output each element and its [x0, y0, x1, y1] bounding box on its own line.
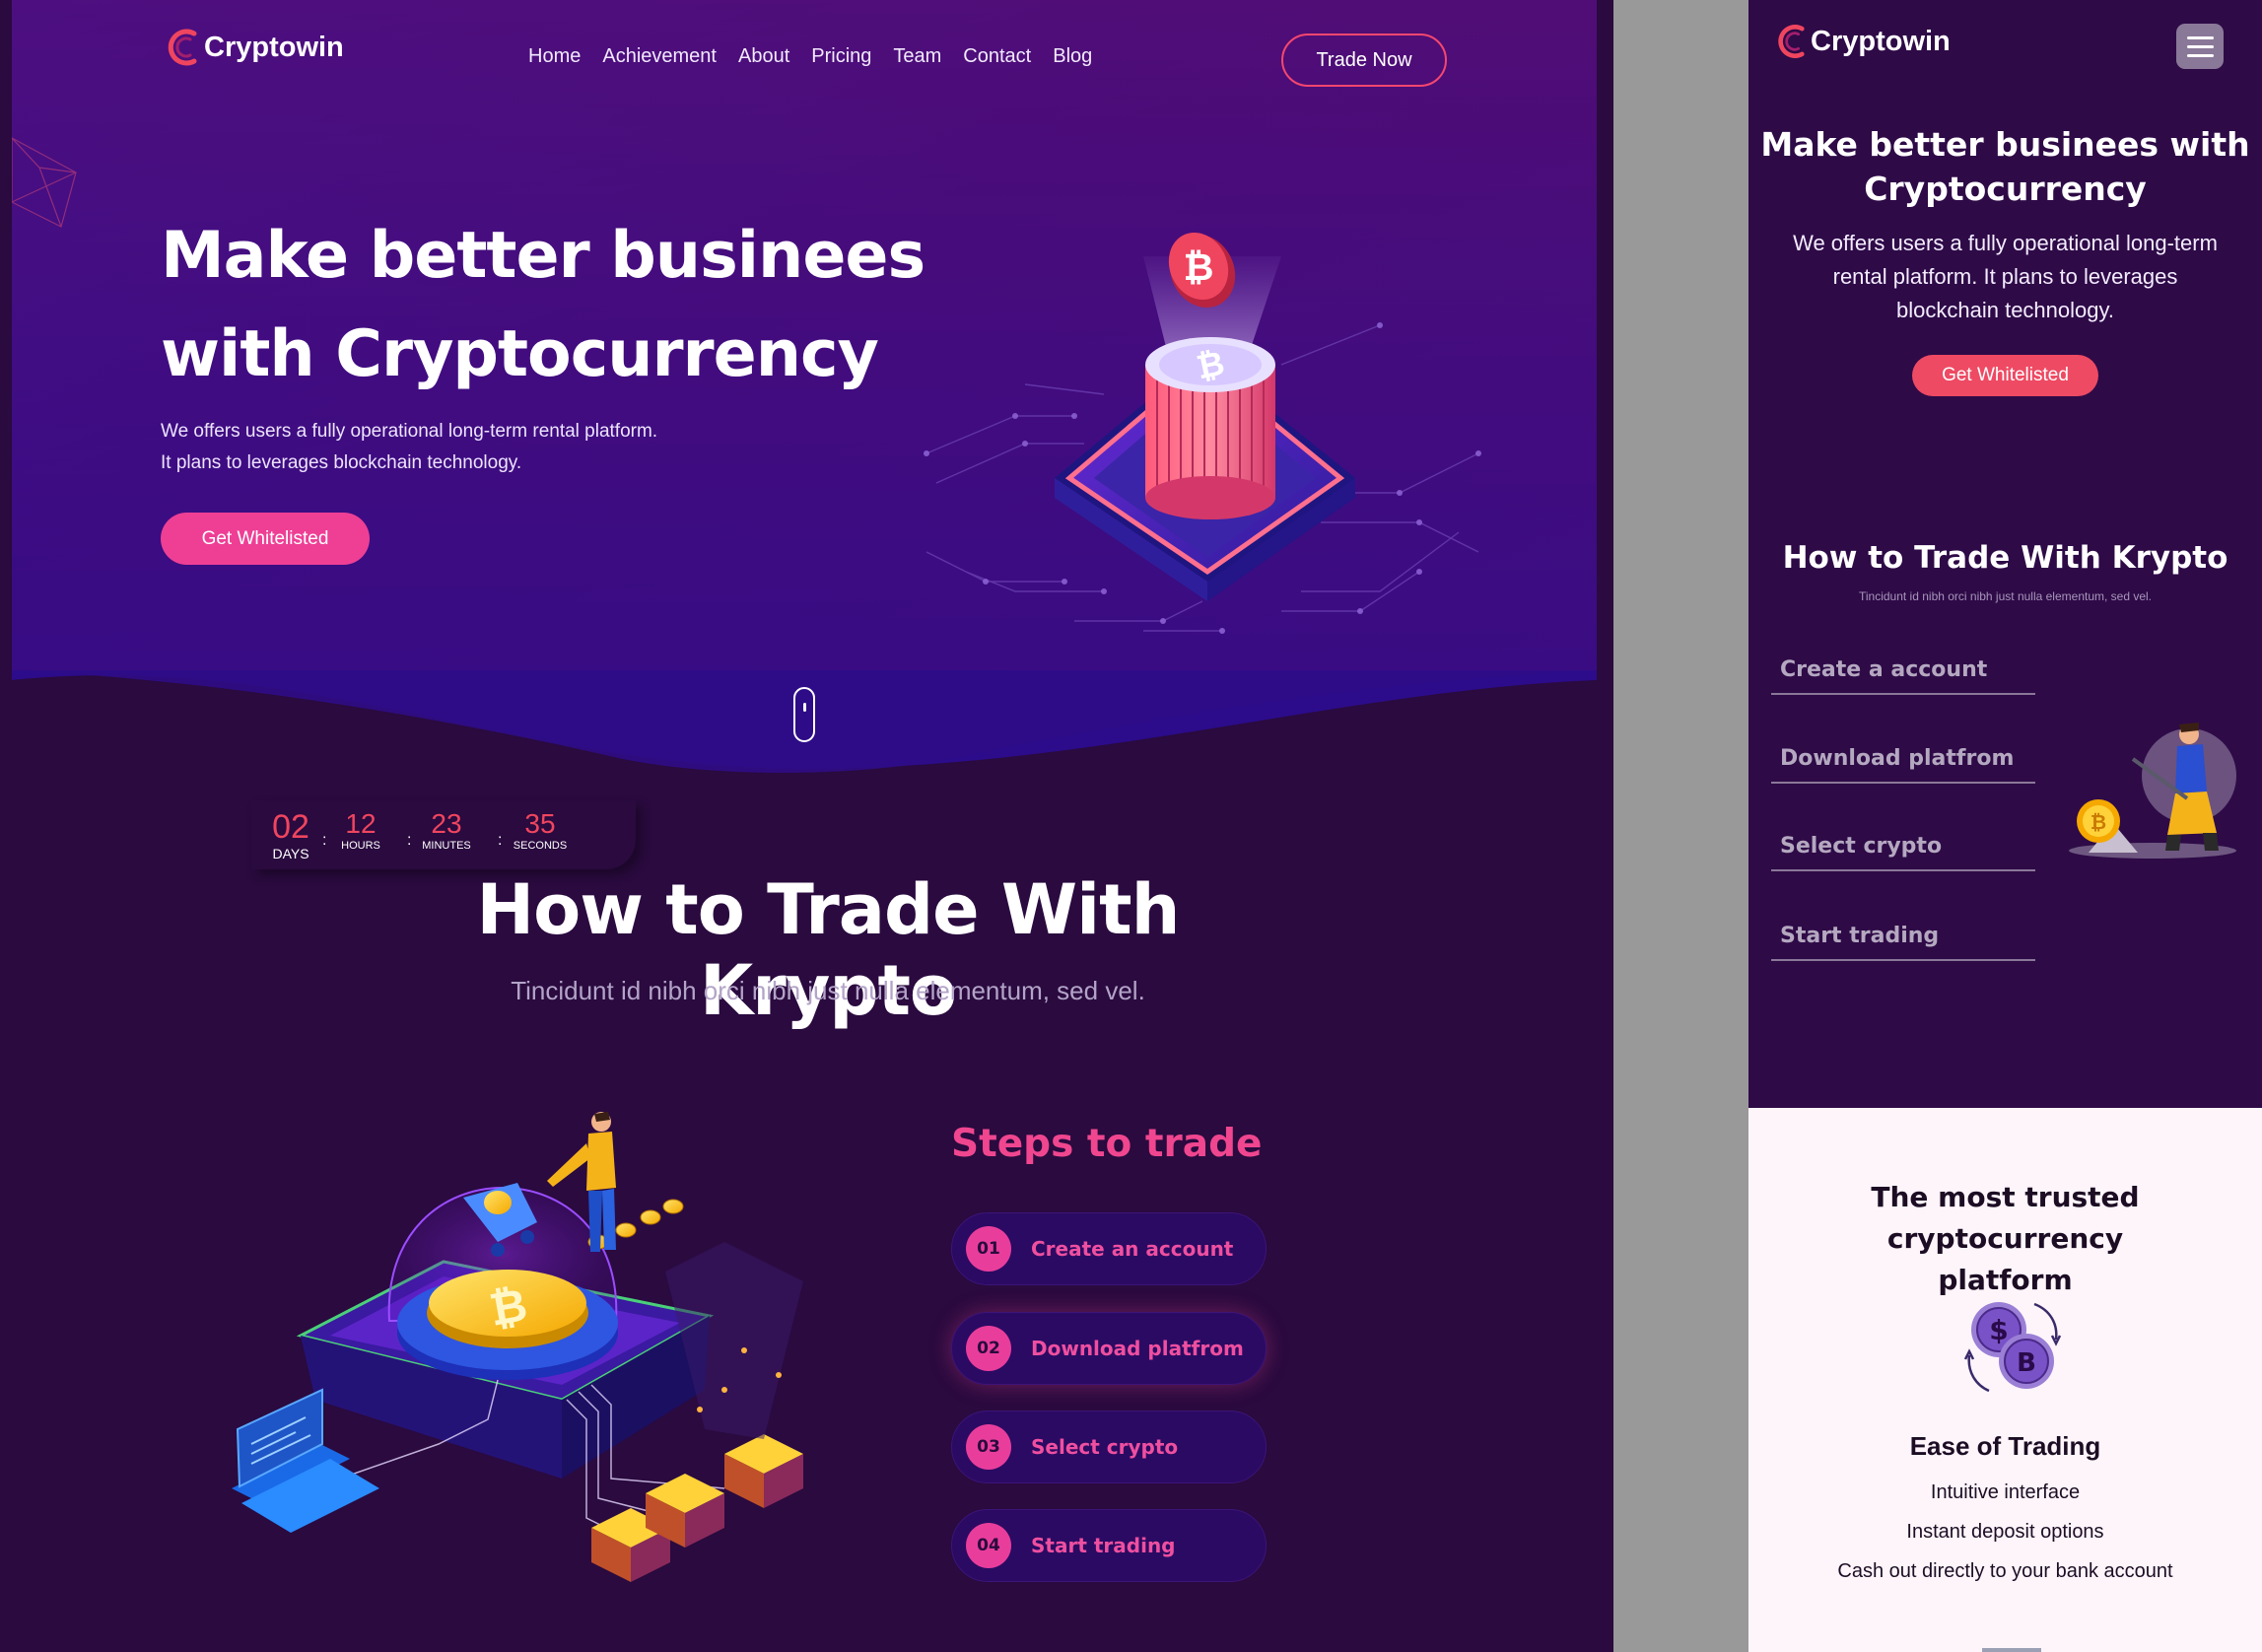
nav-achievement[interactable]: Achievement	[591, 45, 727, 68]
get-whitelisted-button[interactable]: Get Whitelisted	[161, 513, 370, 565]
hero-desc-line2: It plans to leverages blockchain technol…	[161, 452, 522, 473]
mobile-step-select-crypto[interactable]: Select crypto	[1771, 822, 2035, 871]
hero-desc-line1: We offers users a fully operational long…	[161, 421, 658, 442]
countdown-seconds-value: 35	[524, 808, 556, 839]
mobile-how-to-trade-title: How to Trade With Krypto	[1782, 540, 2228, 576]
countdown-days-value: 02	[272, 808, 309, 846]
crypto-mining-illustration: ₿	[232, 1112, 803, 1582]
trusted-title-line1: The most trusted cryptocurrency	[1871, 1181, 2140, 1255]
preview-gutter	[1613, 0, 1748, 1652]
scroll-indicator	[1982, 1648, 2041, 1652]
logo[interactable]: Cryptowin	[161, 24, 344, 71]
bitcoin-stack-icon: ₿ ₿	[924, 232, 1481, 634]
mobile-step-download-platform[interactable]: Download platfrom	[1771, 734, 2035, 784]
countdown-separator: :	[498, 832, 503, 849]
countdown-hours: 12 HOURS	[336, 808, 385, 852]
countdown-seconds-label: SECONDS	[513, 840, 568, 852]
hero-title: Make better businees with Cryptocurrency	[161, 207, 949, 404]
scroll-down-icon[interactable]	[793, 687, 815, 742]
step-label: Download platfrom	[1031, 1337, 1244, 1360]
brand-name: Cryptowin	[204, 31, 344, 63]
nav-pricing[interactable]: Pricing	[800, 45, 882, 68]
svg-text:$: $	[1989, 1314, 2008, 1346]
main-nav: Home Achievement About Pricing Team Cont…	[517, 45, 1103, 68]
svg-text:₿: ₿	[1184, 245, 1214, 289]
nav-contact[interactable]: Contact	[952, 45, 1042, 68]
mobile-hero-description: We offers users a fully operational long…	[1768, 227, 2242, 327]
step-select-crypto[interactable]: 03 Select crypto	[951, 1411, 1267, 1483]
step-download-platform[interactable]: 02 Download platfrom	[951, 1312, 1267, 1385]
step-start-trading[interactable]: 04 Start trading	[951, 1509, 1267, 1582]
mobile-logo[interactable]: Cryptowin	[1771, 20, 1951, 63]
trusted-platform-title: The most trusted cryptocurrency platform	[1758, 1177, 2252, 1301]
countdown-days-label: DAYS	[272, 846, 309, 861]
mobile-hero-title-line1: Make better businees with	[1760, 125, 2250, 164]
countdown-hours-value: 12	[345, 808, 377, 839]
mobile-how-to-trade-subtitle: Tincidunt id nibh orci nibh just nulla e…	[1858, 589, 2153, 603]
hamburger-menu-icon[interactable]	[2176, 24, 2224, 69]
step-label: Select crypto	[1031, 1435, 1179, 1459]
countdown-separator: :	[407, 832, 412, 849]
countdown-separator: :	[322, 832, 327, 849]
hero-description: We offers users a fully operational long…	[161, 416, 772, 479]
mobile-hero-desc-line1: We offers users a fully operational long…	[1793, 231, 2218, 255]
mobile-step-create-account[interactable]: Create a account	[1771, 646, 2035, 695]
step-create-account[interactable]: 01 Create an account	[951, 1212, 1267, 1285]
desktop-view: Cryptowin Home Achievement About Pricing…	[0, 0, 1613, 1652]
svg-text:B: B	[2017, 1348, 2036, 1378]
mobile-hero-title: Make better businees with Cryptocurrency	[1748, 122, 2262, 211]
mobile-get-whitelisted-button[interactable]: Get Whitelisted	[1912, 355, 2098, 396]
trusted-title-line2: platform	[1938, 1264, 2073, 1296]
feature-item: Cash out directly to your bank account	[1837, 1560, 2173, 1582]
step-number: 01	[966, 1226, 1011, 1272]
nav-team[interactable]: Team	[882, 45, 952, 68]
logo-c-icon	[168, 29, 197, 66]
step-number: 04	[966, 1523, 1011, 1568]
countdown-minutes: 23 MINUTES	[417, 808, 476, 852]
mobile-hero-desc-line3: blockchain technology.	[1896, 298, 2114, 322]
step-number: 03	[966, 1424, 1011, 1470]
feature-item: Intuitive interface	[1930, 1481, 2081, 1503]
countdown-minutes-value: 23	[431, 808, 462, 839]
trade-now-button[interactable]: Trade Now	[1281, 34, 1447, 87]
crypto-exchange-icon: $ B	[1963, 1302, 2062, 1393]
step-number: 02	[966, 1326, 1011, 1371]
feature-item: Instant deposit options	[1906, 1521, 2104, 1543]
mobile-hero-desc-line2: rental platform. It plans to leverages	[1832, 264, 2178, 289]
mobile-view: Cryptowin Make better businees with Cryp…	[1748, 0, 2262, 1652]
how-to-trade-subtitle: Tincidunt id nibh orci nibh just nulla e…	[511, 976, 1145, 1005]
hero-title-line2: with Cryptocurrency	[161, 317, 879, 391]
nav-blog[interactable]: Blog	[1042, 45, 1103, 68]
miner-illustration: ₿	[2069, 723, 2236, 859]
mobile-step-start-trading[interactable]: Start trading	[1771, 912, 2035, 961]
how-to-trade-title: How to Trade With Krypto	[476, 869, 1181, 1031]
countdown-seconds: 35 SECONDS	[510, 808, 571, 852]
step-label: Start trading	[1031, 1534, 1176, 1557]
countdown-days: 02 DAYS	[269, 808, 312, 861]
step-label: Create an account	[1031, 1237, 1234, 1261]
hero-title-line1: Make better businees	[161, 219, 925, 293]
nav-about[interactable]: About	[727, 45, 800, 68]
countdown-minutes-label: MINUTES	[422, 840, 471, 852]
nav-home[interactable]: Home	[517, 45, 591, 68]
logo-c-icon	[1778, 25, 1805, 58]
countdown-hours-label: HOURS	[341, 840, 380, 852]
mobile-hero-title-line2: Cryptocurrency	[1864, 170, 2147, 208]
steps-to-trade-title: Steps to trade	[951, 1122, 1263, 1166]
feature-title: Ease of Trading	[1909, 1431, 2101, 1461]
countdown-timer: 02 DAYS : 12 HOURS : 23 MINUTES : 35 SEC…	[251, 800, 636, 869]
mobile-brand-name: Cryptowin	[1811, 25, 1951, 57]
svg-text:₿: ₿	[2091, 810, 2106, 834]
